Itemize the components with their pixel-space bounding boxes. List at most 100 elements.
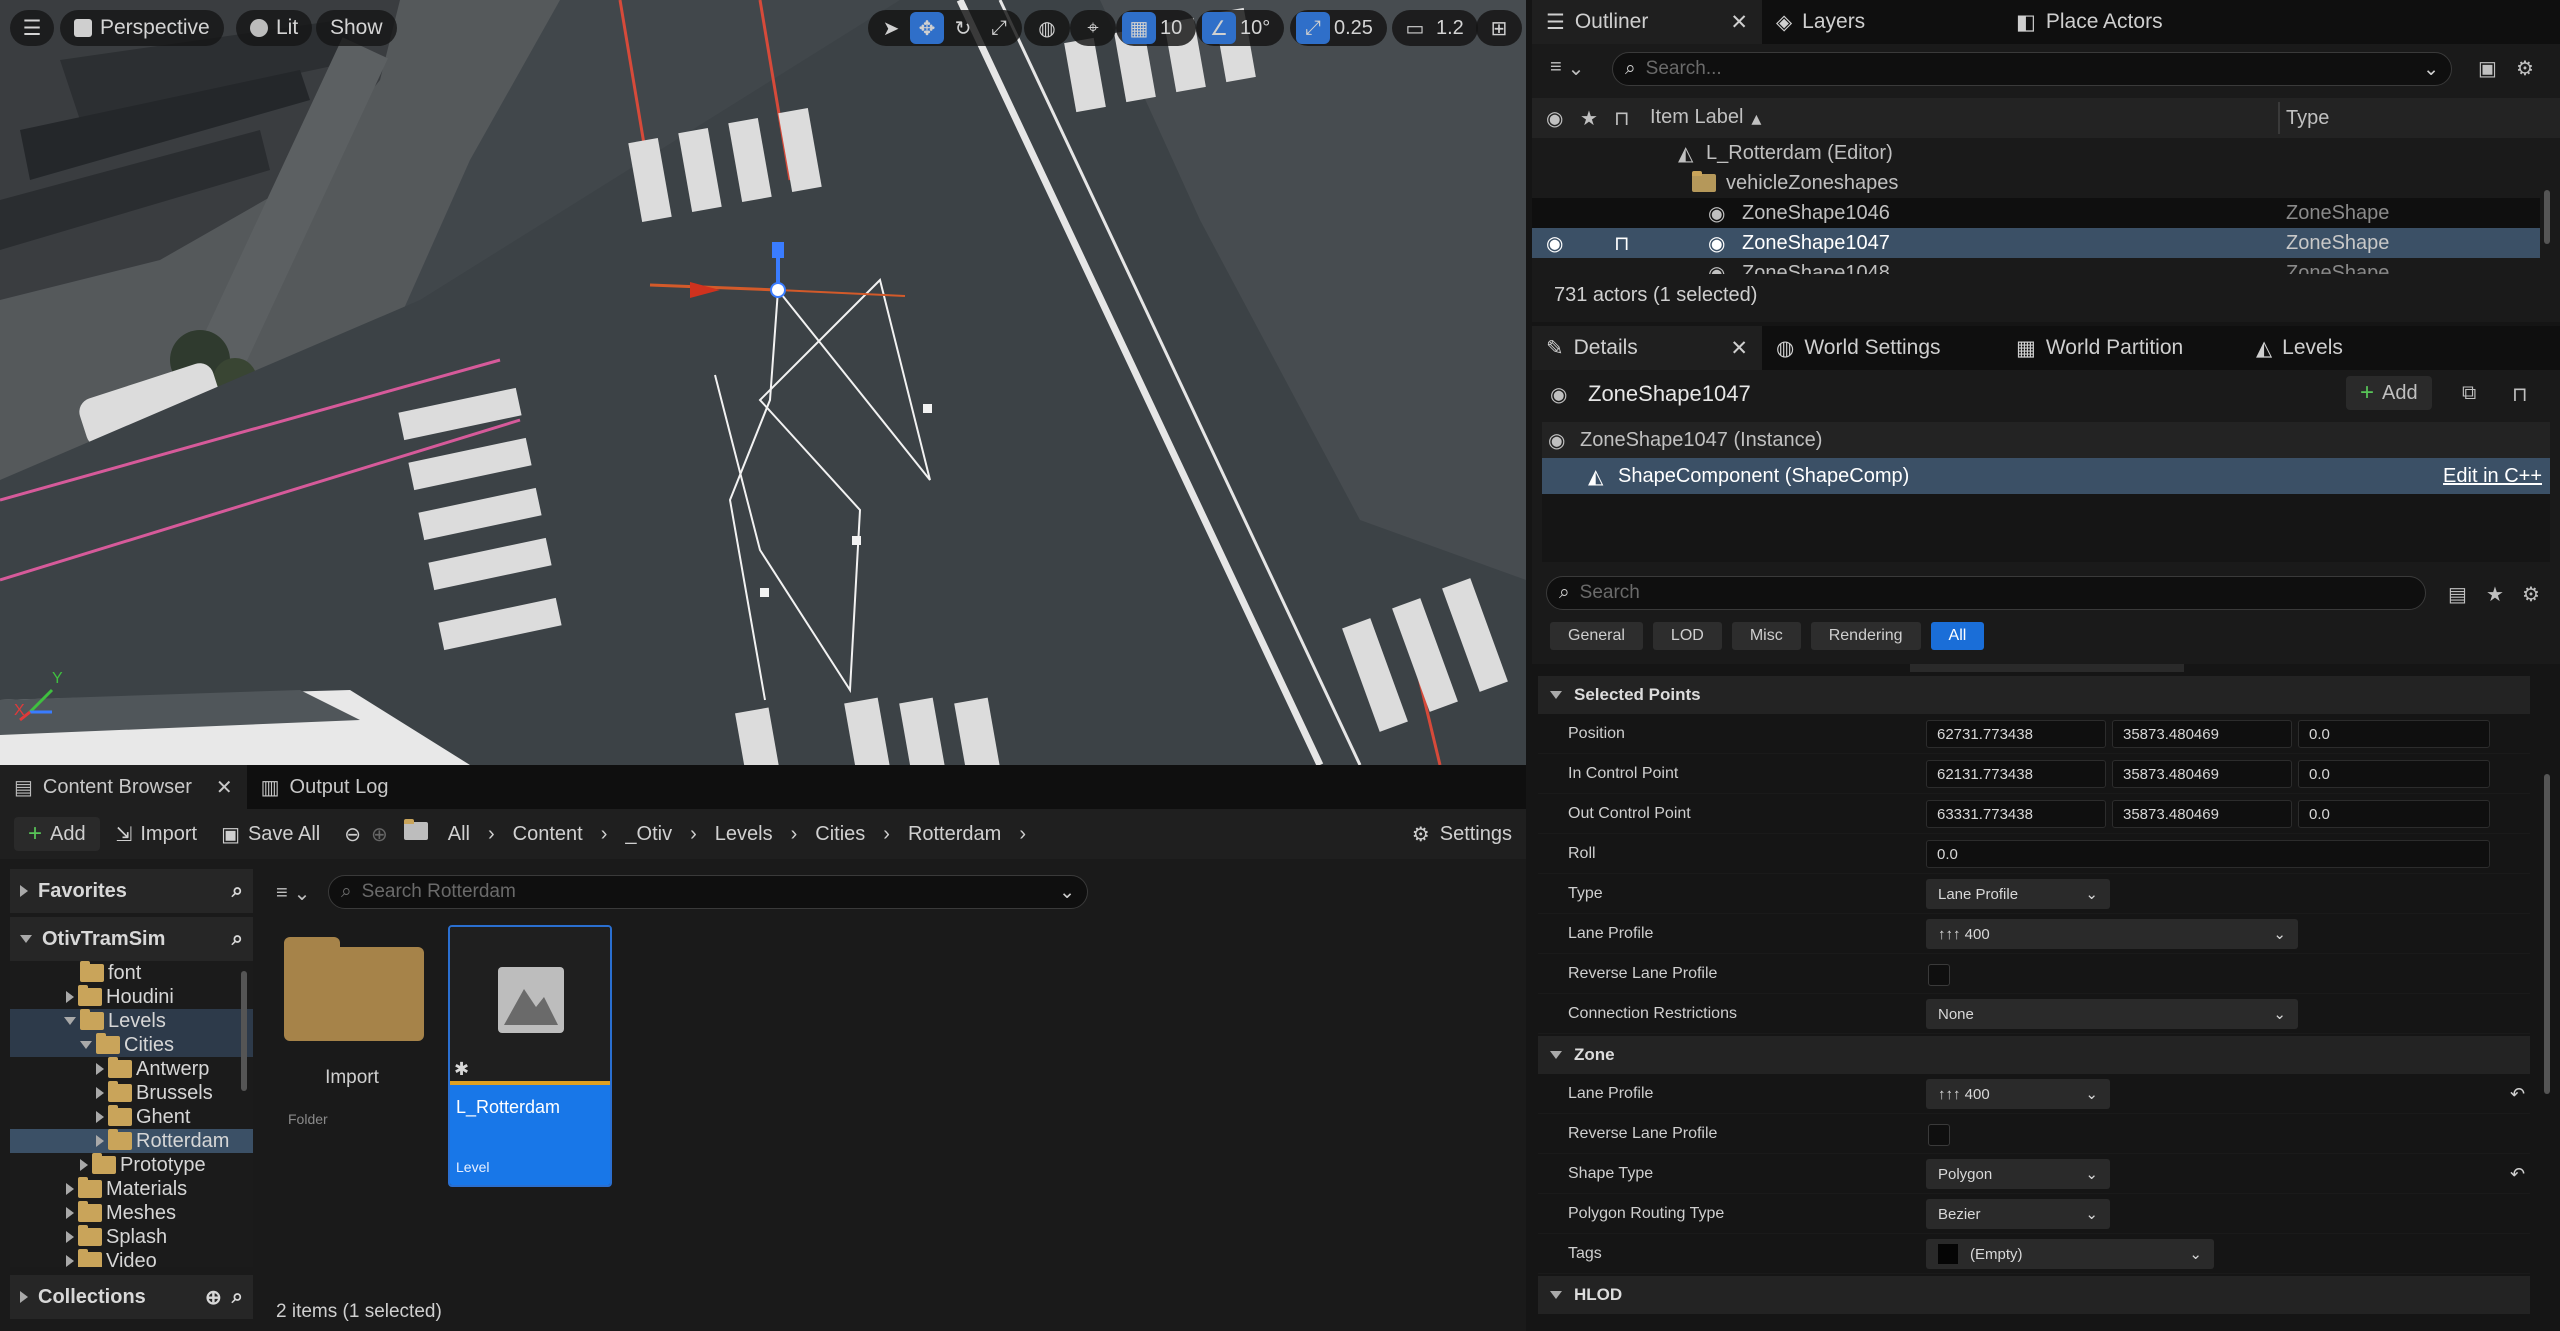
column-item-label[interactable]: Item Label ▴ (1650, 106, 1761, 131)
column-type[interactable]: Type (2286, 107, 2329, 130)
outliner-filter-button[interactable]: ≡ ⌄ (1550, 56, 1584, 81)
rotation-snap-icon[interactable]: ∠ (1202, 12, 1236, 44)
lock-icon[interactable]: ⊓ (1614, 106, 1630, 131)
details-scrollbar[interactable] (2544, 774, 2550, 1094)
outliner-row-selected[interactable]: ◉ ⊓ ◉ ZoneShape1047 ZoneShape (1532, 228, 2540, 258)
asset-tile-import[interactable]: Import Folder (272, 919, 432, 1179)
asset-tile-l-rotterdam[interactable]: ✱ L_Rotterdam Level (448, 925, 612, 1187)
rotate-icon[interactable]: ↻ (946, 12, 980, 44)
viewport-menu-button[interactable]: ☰ (10, 10, 54, 46)
collections-header[interactable]: Collections ⊕ ⌕ (10, 1275, 253, 1319)
save-all-button[interactable]: ▣ Save All (221, 822, 320, 847)
category-selected-points[interactable]: Selected Points (1538, 676, 2530, 714)
tree-item-font[interactable]: font (80, 961, 141, 985)
search-icon[interactable]: ⌕ (232, 1286, 243, 1309)
filter-lod[interactable]: LOD (1652, 622, 1722, 650)
shape-type-dropdown[interactable]: Polygon ⌄ (1926, 1159, 2110, 1189)
lane-profile-dropdown[interactable]: ↑↑↑ 400 ⌄ (1926, 919, 2298, 949)
type-dropdown[interactable]: Lane Profile ⌄ (1926, 879, 2110, 909)
show-button[interactable]: Show (316, 10, 397, 46)
tags-dropdown[interactable]: (Empty) ⌄ (1926, 1239, 2214, 1269)
surface-snap-icon[interactable]: ⌖ (1076, 12, 1110, 44)
zone-reverse-checkbox[interactable] (1928, 1124, 1950, 1146)
add-button[interactable]: + Add (14, 817, 100, 851)
tree-scrollbar[interactable] (241, 971, 247, 1091)
camera-icon[interactable]: ▭ (1398, 12, 1432, 44)
out-cp-x-field[interactable]: 63331.773438 (1926, 800, 2106, 828)
routing-type-dropdown[interactable]: Bezier ⌄ (1926, 1199, 2110, 1229)
outliner-row[interactable]: vehicleZoneshapes (1532, 168, 2540, 198)
star-icon[interactable]: ★ (2486, 582, 2504, 607)
close-icon[interactable]: ✕ (1730, 336, 1748, 361)
tree-item-houdini[interactable]: Houdini (66, 985, 174, 1009)
table-view-icon[interactable]: ▤ (2448, 582, 2467, 607)
zone-lane-profile-dropdown[interactable]: ↑↑↑ 400 ⌄ (1926, 1079, 2110, 1109)
outliner-search-input[interactable]: ⌕ Search... ⌄ (1612, 52, 2452, 86)
project-header[interactable]: OtivTramSim ⌕ (10, 917, 253, 961)
out-cp-y-field[interactable]: 35873.480469 (2112, 800, 2292, 828)
in-cp-z-field[interactable]: 0.0 (2298, 760, 2490, 788)
rotation-snap-value[interactable]: 10° (1238, 17, 1278, 40)
tab-outliner[interactable]: ☰ Outliner ✕ (1532, 0, 1762, 44)
tab-output-log[interactable]: ▥ Output Log (247, 765, 403, 809)
breadcrumb-item[interactable]: All (448, 823, 470, 846)
position-y-field[interactable]: 35873.480469 (2112, 720, 2292, 748)
filter-button[interactable]: ≡ ⌄ (276, 881, 310, 906)
category-hlod[interactable]: HLOD (1538, 1276, 2530, 1314)
tree-item-cities[interactable]: Cities (10, 1033, 253, 1057)
asset-search-input[interactable]: ⌕ Search Rotterdam ⌄ (328, 875, 1088, 909)
out-cp-z-field[interactable]: 0.0 (2298, 800, 2490, 828)
breadcrumb-item[interactable]: Cities (815, 823, 865, 846)
in-cp-x-field[interactable]: 62131.773438 (1926, 760, 2106, 788)
breadcrumb-item[interactable]: Rotterdam (908, 823, 1001, 846)
tree-item-meshes[interactable]: Meshes (66, 1201, 176, 1225)
search-icon[interactable]: ⌕ (232, 928, 243, 951)
level-viewport[interactable]: Y X ☰ Perspective Lit Show ➤ ✥ ↻ ⤢ ◍ ⌖ ▦… (0, 0, 1526, 765)
eye-icon[interactable]: ◉ (1546, 231, 1563, 256)
search-icon[interactable]: ⌕ (232, 880, 243, 903)
gear-icon[interactable]: ⚙ (2516, 56, 2534, 81)
scale-snap-icon[interactable]: ⤢ (1296, 12, 1330, 44)
tree-item-antwerp[interactable]: Antwerp (96, 1057, 209, 1081)
tab-layers[interactable]: ◈ Layers (1762, 0, 2002, 44)
tab-details[interactable]: ✎ Details ✕ (1532, 326, 1762, 370)
column-separator[interactable] (2278, 102, 2280, 134)
breadcrumb-item[interactable]: Levels (715, 823, 773, 846)
tree-item-brussels[interactable]: Brussels (96, 1081, 213, 1105)
reset-arrow-icon[interactable]: ↶ (2510, 1164, 2525, 1185)
tree-item-materials[interactable]: Materials (66, 1177, 187, 1201)
scale-snap-value[interactable]: 0.25 (1332, 17, 1381, 40)
lock-icon[interactable]: ⊓ (1614, 231, 1630, 256)
tree-item-rotterdam[interactable]: Rotterdam (10, 1129, 253, 1153)
blueprint-icon[interactable]: ⧉ (2462, 382, 2476, 405)
position-x-field[interactable]: 62731.773438 (1926, 720, 2106, 748)
tree-item-levels[interactable]: Levels (10, 1009, 253, 1033)
scale-icon[interactable]: ⤢ (982, 12, 1016, 44)
tree-item-ghent[interactable]: Ghent (96, 1105, 190, 1129)
close-icon[interactable]: ✕ (1730, 10, 1748, 35)
add-component-button[interactable]: + Add (2346, 376, 2432, 410)
tree-item-video[interactable]: Video (66, 1249, 157, 1267)
outliner-row[interactable]: ◉ ZoneShape1046 ZoneShape (1532, 198, 2540, 228)
actor-name[interactable]: ZoneShape1047 (1588, 381, 1751, 407)
reverse-lane-checkbox[interactable] (1928, 964, 1950, 986)
outliner-scrollbar[interactable] (2544, 190, 2550, 244)
reset-arrow-icon[interactable]: ↶ (2510, 1084, 2525, 1105)
view-mode-button[interactable]: Perspective (60, 10, 224, 46)
filter-rendering[interactable]: Rendering (1810, 622, 1921, 650)
breadcrumb-item[interactable]: _Otiv (625, 823, 672, 846)
tab-content-browser[interactable]: ▤ Content Browser ✕ (0, 765, 247, 809)
in-cp-y-field[interactable]: 35873.480469 (2112, 760, 2292, 788)
import-button[interactable]: ⇲ Import (116, 822, 197, 847)
settings-button[interactable]: ⚙ Settings (1412, 822, 1512, 847)
gear-icon[interactable]: ⚙ (2522, 582, 2540, 607)
back-icon[interactable]: ⊖ (344, 822, 361, 847)
filter-all[interactable]: All (1930, 622, 1985, 650)
edit-cpp-link[interactable]: Edit in C++ (2443, 465, 2542, 488)
globe-icon[interactable]: ◍ (1030, 12, 1064, 44)
filter-general[interactable]: General (1550, 622, 1643, 650)
close-icon[interactable]: ✕ (216, 775, 233, 800)
tab-levels[interactable]: ◭ Levels (2242, 326, 2357, 370)
position-z-field[interactable]: 0.0 (2298, 720, 2490, 748)
add-collection-icon[interactable]: ⊕ (205, 1285, 222, 1310)
